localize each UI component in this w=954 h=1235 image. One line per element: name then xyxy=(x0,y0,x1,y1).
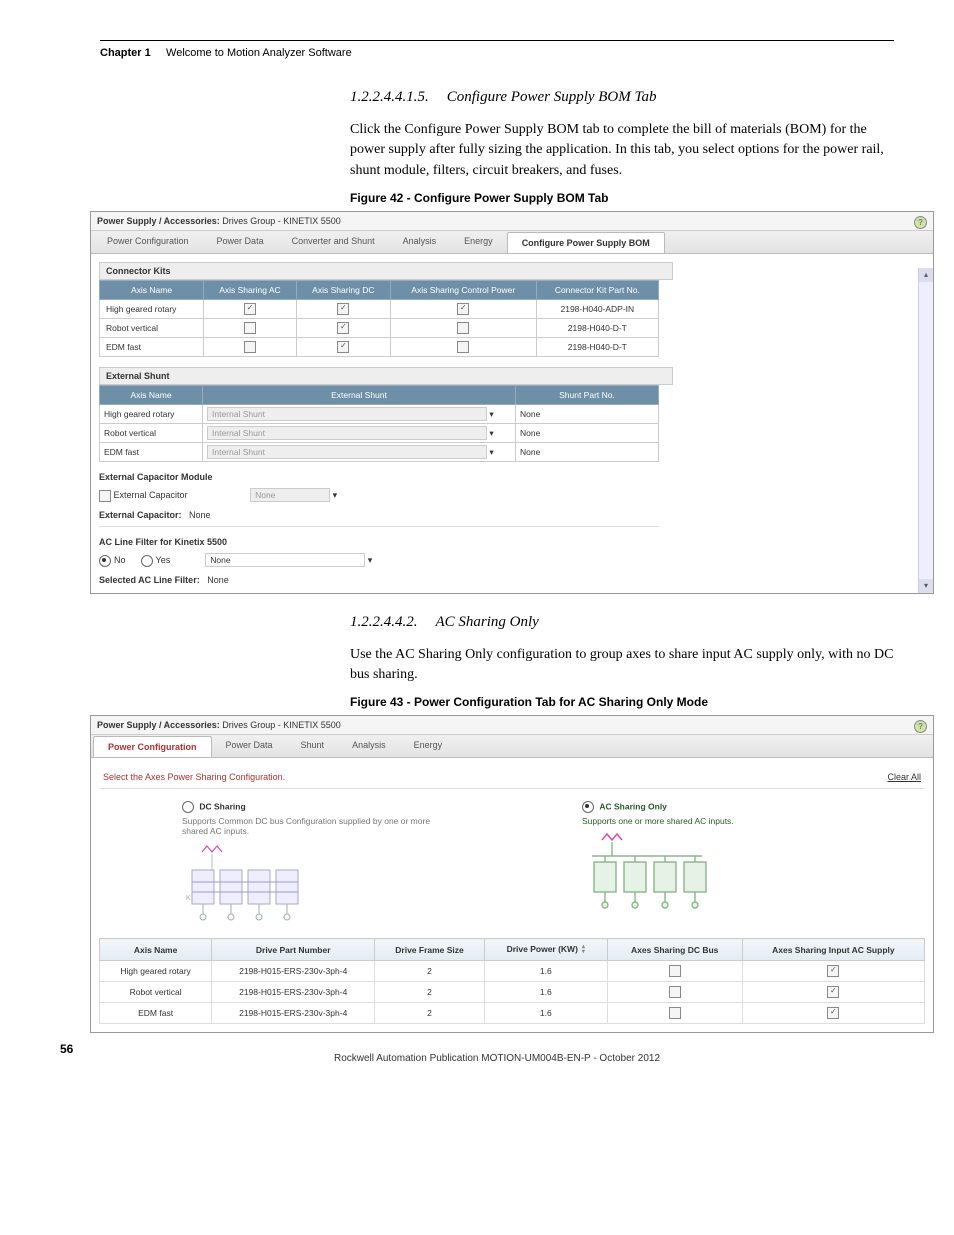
figure-43-screenshot: ? Power Supply / Accessories: Drives Gro… xyxy=(90,715,934,1033)
radio-ac-sharing[interactable] xyxy=(582,801,594,813)
table-row: High geared rotaryInternal Shunt ▾None xyxy=(100,404,659,423)
checkbox[interactable] xyxy=(244,341,256,353)
table-row: Robot vertical2198-H015-ERS-230v-3ph-421… xyxy=(100,982,925,1003)
publication-footer: Rockwell Automation Publication MOTION-U… xyxy=(100,1053,894,1064)
figure-caption: Figure 43 - Power Configuration Tab for … xyxy=(350,695,894,709)
dc-sharing-option[interactable]: DC Sharing Supports Common DC bus Config… xyxy=(182,801,442,922)
tab-configure-bom[interactable]: Configure Power Supply BOM xyxy=(507,232,665,253)
shunt-select[interactable]: Internal Shunt xyxy=(207,445,487,459)
dc-sharing-diagram: K xyxy=(182,842,442,922)
external-capacitor-checkbox[interactable] xyxy=(99,490,111,502)
radio-no[interactable] xyxy=(99,555,111,567)
window-breadcrumb: Power Supply / Accessories: Drives Group… xyxy=(91,212,933,230)
checkbox[interactable] xyxy=(337,341,349,353)
clear-all-link[interactable]: Clear All xyxy=(887,772,921,782)
tab-energy[interactable]: Energy xyxy=(450,231,507,253)
table-row: High geared rotary2198-H040-ADP-IN xyxy=(100,299,659,318)
shunt-select[interactable]: Internal Shunt xyxy=(207,407,487,421)
checkbox[interactable] xyxy=(244,322,256,334)
tabstrip: Power Configuration Power Data Converter… xyxy=(91,230,933,254)
sort-icon[interactable]: ▴▾ xyxy=(582,945,585,955)
radio-dc-sharing[interactable] xyxy=(182,801,194,813)
checkbox[interactable] xyxy=(337,322,349,334)
checkbox[interactable] xyxy=(669,965,681,977)
checkbox[interactable] xyxy=(669,986,681,998)
chapter-label: Chapter 1 xyxy=(100,47,151,59)
section-heading-2: 1.2.2.4.4.2.AC Sharing Only xyxy=(350,614,894,631)
tab-power-data[interactable]: Power Data xyxy=(203,231,278,253)
shunt-select[interactable]: Internal Shunt xyxy=(207,426,487,440)
external-shunt-table: Axis Name External Shunt Shunt Part No. … xyxy=(99,385,659,462)
vertical-scrollbar[interactable]: ▴ ▾ xyxy=(918,268,933,593)
page-number: 56 xyxy=(60,1042,73,1056)
checkbox[interactable] xyxy=(827,986,839,998)
tabstrip: Power Configuration Power Data Shunt Ana… xyxy=(91,734,933,758)
tab-power-configuration[interactable]: Power Configuration xyxy=(93,736,212,757)
connector-kits-header: Connector Kits xyxy=(99,262,673,280)
svg-text:K: K xyxy=(186,895,191,902)
scroll-down-icon[interactable]: ▾ xyxy=(919,579,933,593)
checkbox[interactable] xyxy=(457,322,469,334)
connector-kits-table: Axis Name Axis Sharing AC Axis Sharing D… xyxy=(99,280,659,357)
external-capacitor-header: External Capacitor Module xyxy=(99,472,913,482)
ac-sharing-diagram xyxy=(582,832,842,912)
paragraph: Click the Configure Power Supply BOM tab… xyxy=(350,120,894,181)
table-row: EDM fast2198-H040-D-T xyxy=(100,337,659,356)
line-filter-select[interactable]: None xyxy=(205,553,365,567)
tab-converter-shunt[interactable]: Converter and Shunt xyxy=(278,231,389,253)
external-shunt-header: External Shunt xyxy=(99,367,673,385)
chapter-title: Welcome to Motion Analyzer Software xyxy=(166,47,352,59)
tab-power-data[interactable]: Power Data xyxy=(212,735,287,757)
help-icon[interactable]: ? xyxy=(914,216,927,229)
table-row: Robot verticalInternal Shunt ▾None xyxy=(100,423,659,442)
figure-42-screenshot: ? Power Supply / Accessories: Drives Gro… xyxy=(90,211,934,594)
checkbox[interactable] xyxy=(827,1007,839,1019)
axes-table: Axis Name Drive Part Number Drive Frame … xyxy=(99,938,925,1024)
ac-line-filter-header: AC Line Filter for Kinetix 5500 xyxy=(99,537,913,547)
tab-analysis[interactable]: Analysis xyxy=(338,735,400,757)
radio-yes[interactable] xyxy=(141,555,153,567)
tab-power-configuration[interactable]: Power Configuration xyxy=(93,231,203,253)
checkbox[interactable] xyxy=(669,1007,681,1019)
table-row: EDM fast2198-H015-ERS-230v-3ph-421.6 xyxy=(100,1003,925,1024)
checkbox[interactable] xyxy=(244,303,256,315)
checkbox[interactable] xyxy=(337,303,349,315)
section-heading-1: 1.2.2.4.4.1.5.Configure Power Supply BOM… xyxy=(350,89,894,106)
table-row: EDM fastInternal Shunt ▾None xyxy=(100,442,659,461)
window-breadcrumb: Power Supply / Accessories: Drives Group… xyxy=(91,716,933,734)
tab-analysis[interactable]: Analysis xyxy=(389,231,451,253)
tab-shunt[interactable]: Shunt xyxy=(287,735,339,757)
external-capacitor-select[interactable]: None xyxy=(250,488,330,502)
figure-caption: Figure 42 - Configure Power Supply BOM T… xyxy=(350,191,894,205)
ac-sharing-option[interactable]: AC Sharing Only Supports one or more sha… xyxy=(582,801,842,922)
table-row: Robot vertical2198-H040-D-T xyxy=(100,318,659,337)
table-row: High geared rotary2198-H015-ERS-230v-3ph… xyxy=(100,961,925,982)
checkbox[interactable] xyxy=(827,965,839,977)
checkbox[interactable] xyxy=(457,303,469,315)
select-config-label: Select the Axes Power Sharing Configurat… xyxy=(103,772,285,782)
checkbox[interactable] xyxy=(457,341,469,353)
paragraph: Use the AC Sharing Only configuration to… xyxy=(350,645,894,686)
running-header: Chapter 1 Welcome to Motion Analyzer Sof… xyxy=(100,47,894,59)
tab-energy[interactable]: Energy xyxy=(400,735,457,757)
scroll-up-icon[interactable]: ▴ xyxy=(919,268,933,282)
